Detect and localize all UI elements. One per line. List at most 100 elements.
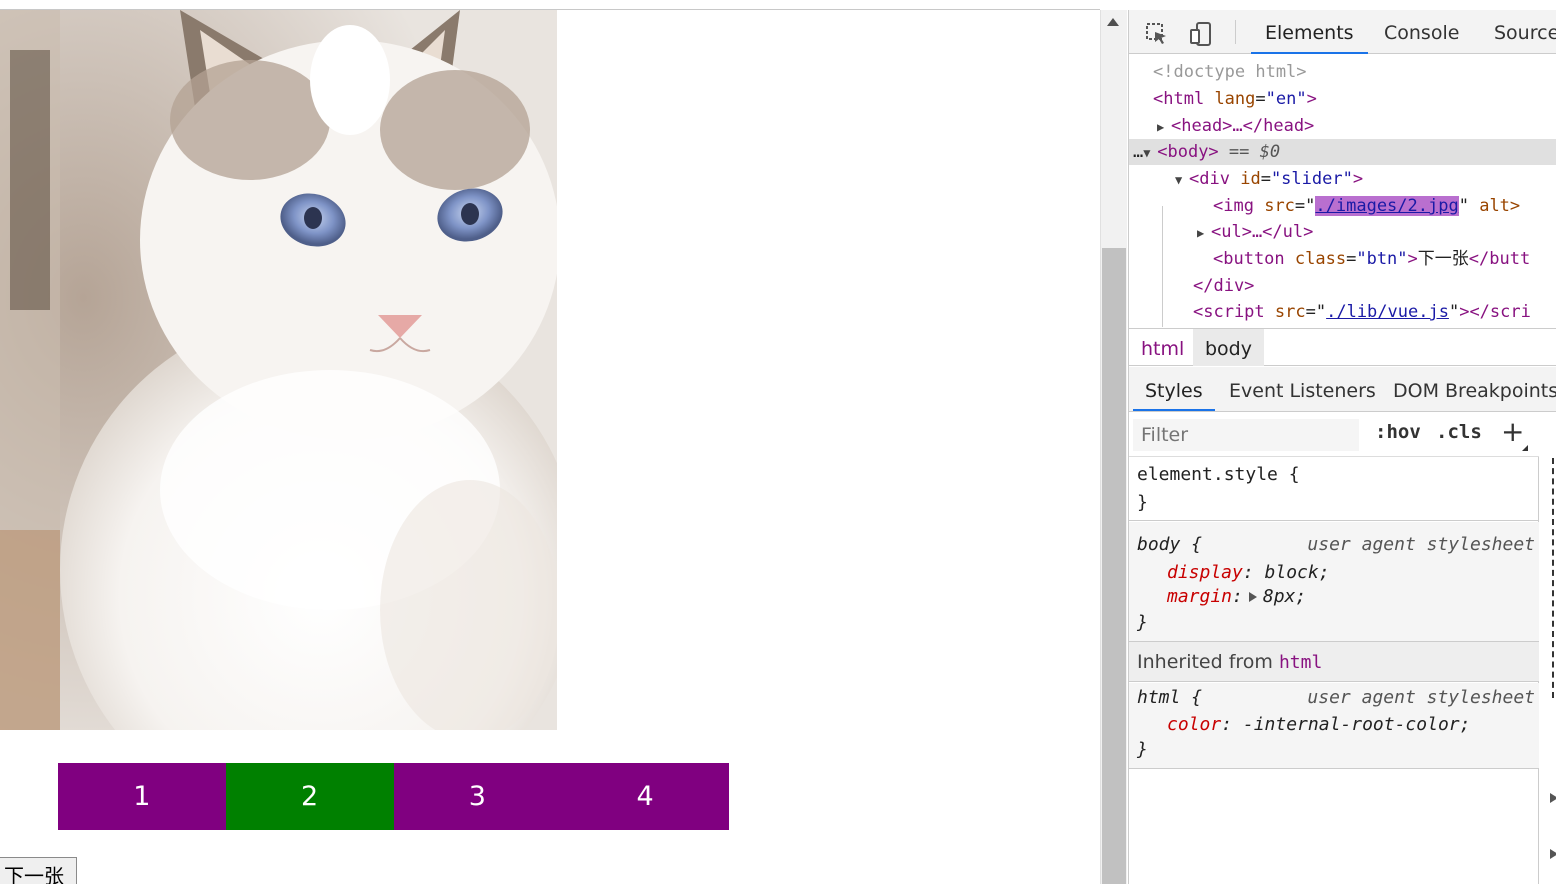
dom-node-div-close[interactable]: </div>	[1129, 273, 1556, 299]
add-rule-icon[interactable]: +	[1501, 415, 1524, 448]
script-src-link[interactable]: ./lib/vue.js	[1326, 302, 1449, 322]
img-tag: <img	[1213, 196, 1254, 216]
pager-item-1[interactable]: 1	[58, 763, 226, 830]
box-model-strip	[1540, 413, 1556, 884]
next-button[interactable]: 下一张	[0, 857, 77, 884]
expand-triangle-icon[interactable]: ▶	[1157, 114, 1171, 140]
expand-triangle-icon[interactable]	[1550, 849, 1556, 859]
page-scrollbar[interactable]	[1100, 10, 1127, 884]
expand-shorthand-icon[interactable]	[1248, 592, 1257, 602]
dom-node-doctype[interactable]: <!doctype html>	[1129, 59, 1556, 85]
rule-source: user agent stylesheet	[1307, 534, 1535, 555]
styles-filter-bar: :hov .cls +	[1129, 413, 1539, 457]
hover-state-toggle[interactable]: :hov	[1375, 421, 1421, 443]
attr-name: src	[1274, 302, 1306, 322]
more-dots-icon[interactable]: …	[1133, 142, 1143, 162]
dom-node-button[interactable]: <button class="btn">下一张</butt	[1129, 246, 1556, 272]
rule-close-brace: }	[1137, 739, 1148, 760]
breadcrumb-body[interactable]: body	[1193, 329, 1264, 366]
tag-close: >	[1306, 89, 1317, 109]
collapse-triangle-icon[interactable]: ▼	[1143, 140, 1157, 166]
button-text: 下一张	[1417, 249, 1469, 269]
div-tag: <div	[1189, 169, 1230, 189]
dom-node-body[interactable]: …▼ <body> == $0	[1129, 139, 1556, 165]
css-value: -internal-root-color;	[1242, 714, 1471, 735]
dom-node-ul[interactable]: ▶ <ul>…</ul>	[1129, 219, 1556, 245]
dom-node-html[interactable]: <html lang="en">	[1129, 86, 1556, 112]
slider-image	[0, 10, 557, 730]
inherited-label: Inherited from	[1137, 651, 1273, 673]
dom-node-img[interactable]: <img src="./images/2.jpg" alt>	[1129, 193, 1556, 219]
tag-close: >	[1352, 169, 1364, 189]
inherited-header: Inherited from html	[1129, 642, 1539, 682]
rule-body: body { user agent stylesheet display: bl…	[1129, 522, 1539, 642]
tab-elements[interactable]: Elements	[1251, 10, 1368, 54]
class-toggle[interactable]: .cls	[1436, 421, 1482, 443]
styles-filter-input[interactable]	[1133, 419, 1359, 451]
expand-triangle-icon[interactable]	[1550, 793, 1556, 803]
attr-name: src	[1264, 196, 1295, 216]
dom-tree: <!doctype html> <html lang="en"> ▶ <head>…	[1129, 55, 1556, 327]
tab-styles[interactable]: Styles	[1133, 367, 1215, 411]
css-declaration[interactable]: display: block;	[1167, 560, 1330, 586]
device-toolbar-icon[interactable]	[1189, 22, 1213, 46]
css-property: color	[1167, 714, 1222, 735]
scroll-up-arrow-icon[interactable]	[1107, 18, 1119, 26]
rule-close-brace: }	[1137, 612, 1148, 633]
css-property: display	[1167, 562, 1243, 583]
html-tag: <html	[1153, 89, 1205, 109]
pager-item-2[interactable]: 2	[225, 763, 394, 830]
img-src-link[interactable]: ./images/2.jpg	[1315, 196, 1459, 216]
css-value: block;	[1264, 562, 1330, 583]
attr-value: "slider"	[1270, 169, 1353, 189]
css-declaration[interactable]: margin: 8px;	[1167, 584, 1306, 610]
tab-console[interactable]: Console	[1384, 10, 1459, 54]
script-tag: <script	[1193, 302, 1265, 322]
rule-selector[interactable]: element.style {	[1137, 462, 1300, 488]
tab-sources[interactable]: Source	[1494, 10, 1556, 54]
pager-item-4[interactable]: 4	[561, 763, 729, 830]
rule-selector[interactable]: body {	[1137, 532, 1202, 558]
devtools-panel: Elements Console Source <!doctype html> …	[1128, 10, 1556, 884]
rule-close-brace: }	[1137, 492, 1148, 513]
rule-html: html { user agent stylesheet color: -int…	[1129, 683, 1539, 769]
div-close-tag: </div>	[1193, 276, 1255, 296]
add-rule-menu-icon[interactable]	[1522, 445, 1528, 451]
scrollbar-thumb[interactable]	[1102, 248, 1126, 884]
css-value: 8px;	[1262, 586, 1307, 607]
attr-name: class	[1294, 249, 1347, 269]
attr-name: id	[1240, 169, 1261, 189]
rule-selector[interactable]: html {	[1137, 685, 1202, 711]
box-model-outline	[1552, 458, 1556, 698]
tag-close: </butt	[1468, 249, 1531, 269]
attr-value: "en"	[1265, 89, 1307, 109]
doctype-text: <!doctype html>	[1153, 62, 1307, 82]
selected-marker: == $0	[1228, 142, 1281, 162]
tab-dom-breakpoints[interactable]: DOM Breakpoints	[1393, 367, 1556, 411]
breadcrumb-html[interactable]: html	[1129, 329, 1196, 366]
tab-event-listeners[interactable]: Event Listeners	[1229, 367, 1376, 411]
css-property: margin	[1167, 586, 1233, 607]
css-declaration[interactable]: color: -internal-root-color;	[1167, 712, 1470, 738]
dom-node-head[interactable]: ▶ <head>…</head>	[1129, 113, 1556, 139]
page-viewport: 1 2 3 4 下一张	[0, 10, 1100, 884]
collapse-triangle-icon[interactable]: ▼	[1175, 167, 1189, 193]
toolbar-separator	[1235, 20, 1236, 44]
styles-pane: :hov .cls + element.style { } body { use…	[1129, 413, 1539, 884]
slider-pager: 1 2 3 4	[58, 763, 729, 830]
cat-photo-icon	[0, 10, 557, 730]
attr-name: alt>	[1479, 196, 1521, 216]
styles-subtabs: Styles Event Listeners DOM Breakpoints	[1129, 367, 1556, 412]
rule-source: user agent stylesheet	[1307, 687, 1535, 708]
expand-triangle-icon[interactable]: ▶	[1197, 220, 1211, 246]
inspect-element-icon[interactable]	[1145, 22, 1169, 46]
dom-node-script[interactable]: <script src="./lib/vue.js"></scri	[1129, 299, 1556, 325]
dom-node-div-slider[interactable]: ▼ <div id="slider">	[1129, 166, 1556, 192]
pager-item-3[interactable]: 3	[393, 763, 562, 830]
tag-close: </scri	[1469, 302, 1531, 322]
rule-element-style: element.style { }	[1129, 458, 1539, 521]
attr-name: lang	[1214, 89, 1256, 109]
attr-value: "btn"	[1356, 249, 1408, 269]
ul-tag: <ul>…</ul>	[1211, 222, 1314, 242]
inherited-tag-link[interactable]: html	[1279, 652, 1322, 673]
